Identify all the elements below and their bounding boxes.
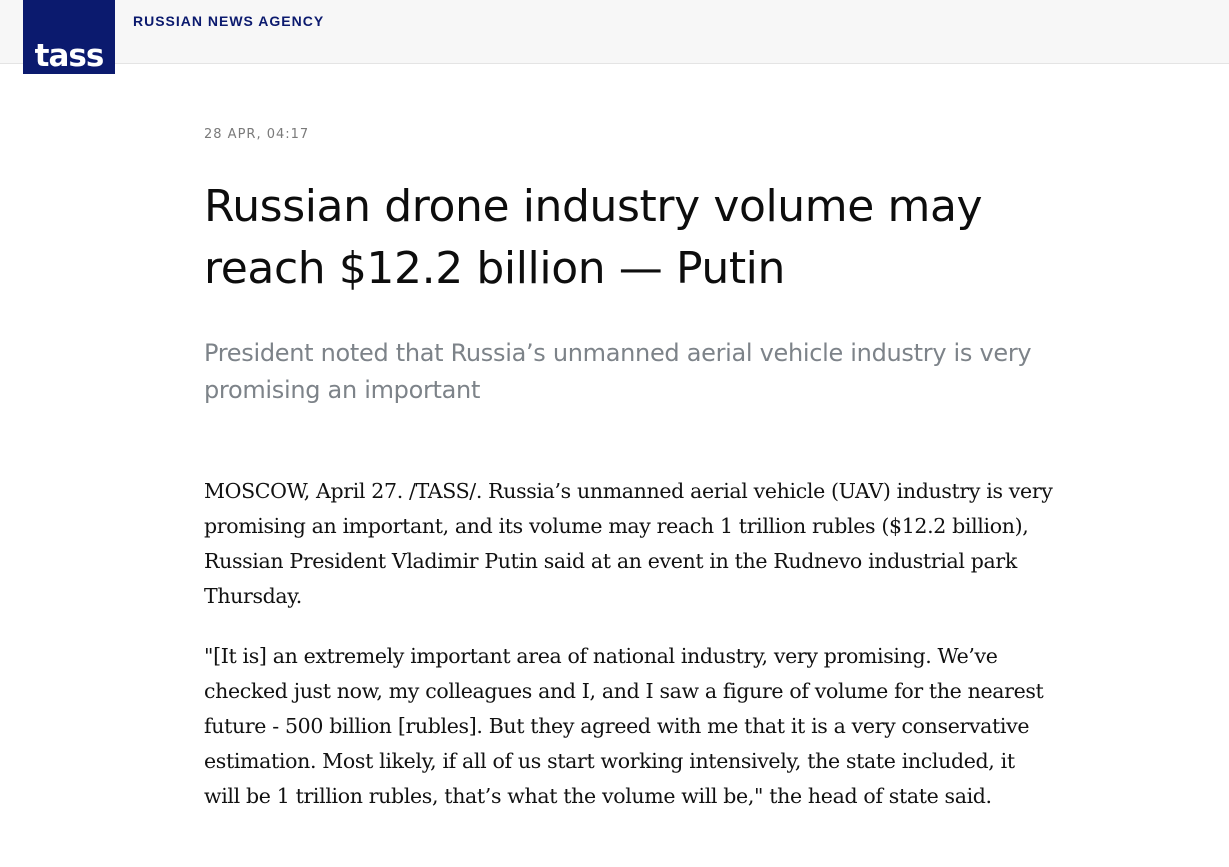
article-dateline: 28 APR, 04:17 (204, 127, 310, 142)
site-tagline: RUSSIAN NEWS AGENCY (133, 13, 325, 29)
tass-logo-wordmark: tass (23, 0, 115, 74)
svg-text:tass: tass (35, 38, 104, 74)
site-header: tass RUSSIAN NEWS AGENCY (0, 0, 1229, 74)
article-paragraph: "[It is] an extremely important area of … (204, 644, 1044, 808)
article-lead: President noted that Russia’s unmanned a… (204, 339, 1032, 404)
article-body: MOSCOW, April 27. /TASS/. Russia’s unman… (204, 474, 1054, 839)
article-headline: Russian drone industry volume may reach … (204, 181, 983, 294)
article-paragraph: MOSCOW, April 27. /TASS/. Russia’s unman… (204, 479, 1053, 608)
tass-logo[interactable]: tass (23, 0, 115, 74)
